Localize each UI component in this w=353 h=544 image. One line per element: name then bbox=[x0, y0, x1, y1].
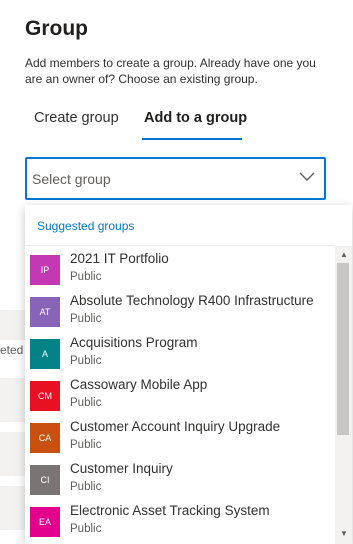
group-privacy: Public bbox=[70, 397, 102, 409]
group-privacy: Public bbox=[70, 271, 102, 283]
avatar: A bbox=[30, 339, 60, 369]
avatar: EA bbox=[30, 507, 60, 537]
avatar: CM bbox=[30, 381, 60, 411]
avatar: IP bbox=[30, 255, 60, 285]
group-name: Customer Account Inquiry Upgrade bbox=[70, 419, 281, 434]
list-item[interactable]: A Acquisitions Program Public bbox=[25, 331, 335, 373]
suggested-groups-header: Suggested groups bbox=[37, 219, 135, 233]
list-item[interactable]: CI Customer Inquiry Public bbox=[25, 457, 335, 499]
group-privacy: Public bbox=[70, 523, 102, 535]
panel-description: Add members to create a group. Already h… bbox=[25, 56, 316, 86]
avatar: CA bbox=[30, 423, 60, 453]
tab-create-group[interactable]: Create group bbox=[34, 110, 119, 126]
group-privacy: Public bbox=[70, 313, 102, 325]
select-group-placeholder: Select group bbox=[32, 171, 111, 187]
tab-add-to-group[interactable]: Add to a group bbox=[144, 110, 247, 126]
page-title: Group bbox=[25, 17, 88, 40]
list-item[interactable]: IP 2021 IT Portfolio Public bbox=[25, 247, 335, 289]
group-name: Electronic Asset Tracking System bbox=[70, 503, 270, 518]
avatar: AT bbox=[30, 297, 60, 327]
group-suggestions-list: Suggested groups IP 2021 IT Portfolio Pu… bbox=[25, 205, 352, 544]
group-name: Cassowary Mobile App bbox=[70, 377, 208, 392]
selected-tab-indicator bbox=[142, 138, 242, 140]
group-privacy: Public bbox=[70, 355, 102, 367]
group-panel: Group Add members to create a group. Alr… bbox=[0, 0, 353, 544]
group-name: 2021 IT Portfolio bbox=[70, 251, 169, 266]
avatar: CI bbox=[30, 465, 60, 495]
group-name: Acquisitions Program bbox=[70, 335, 198, 350]
group-privacy: Public bbox=[70, 481, 102, 493]
list-item[interactable]: AT Absolute Technology R400 Infrastructu… bbox=[25, 289, 335, 331]
list-item[interactable]: EA Electronic Asset Tracking System Publ… bbox=[25, 499, 335, 541]
group-privacy: Public bbox=[70, 439, 102, 451]
scroll-down-arrow-icon[interactable]: ▼ bbox=[340, 529, 348, 538]
scrollbar-thumb[interactable] bbox=[337, 263, 349, 435]
scroll-up-arrow-icon[interactable]: ▲ bbox=[340, 250, 348, 259]
select-group-dropdown[interactable]: Select group bbox=[25, 157, 326, 200]
list-item[interactable]: CM Cassowary Mobile App Public bbox=[25, 373, 335, 415]
chevron-down-icon bbox=[299, 172, 315, 181]
group-name: Customer Inquiry bbox=[70, 461, 173, 476]
list-item[interactable]: CA Customer Account Inquiry Upgrade Publ… bbox=[25, 415, 335, 457]
divider bbox=[25, 245, 335, 246]
group-name: Absolute Technology R400 Infrastructure bbox=[70, 293, 314, 308]
scrollbar[interactable]: ▲ ▼ bbox=[335, 246, 352, 544]
